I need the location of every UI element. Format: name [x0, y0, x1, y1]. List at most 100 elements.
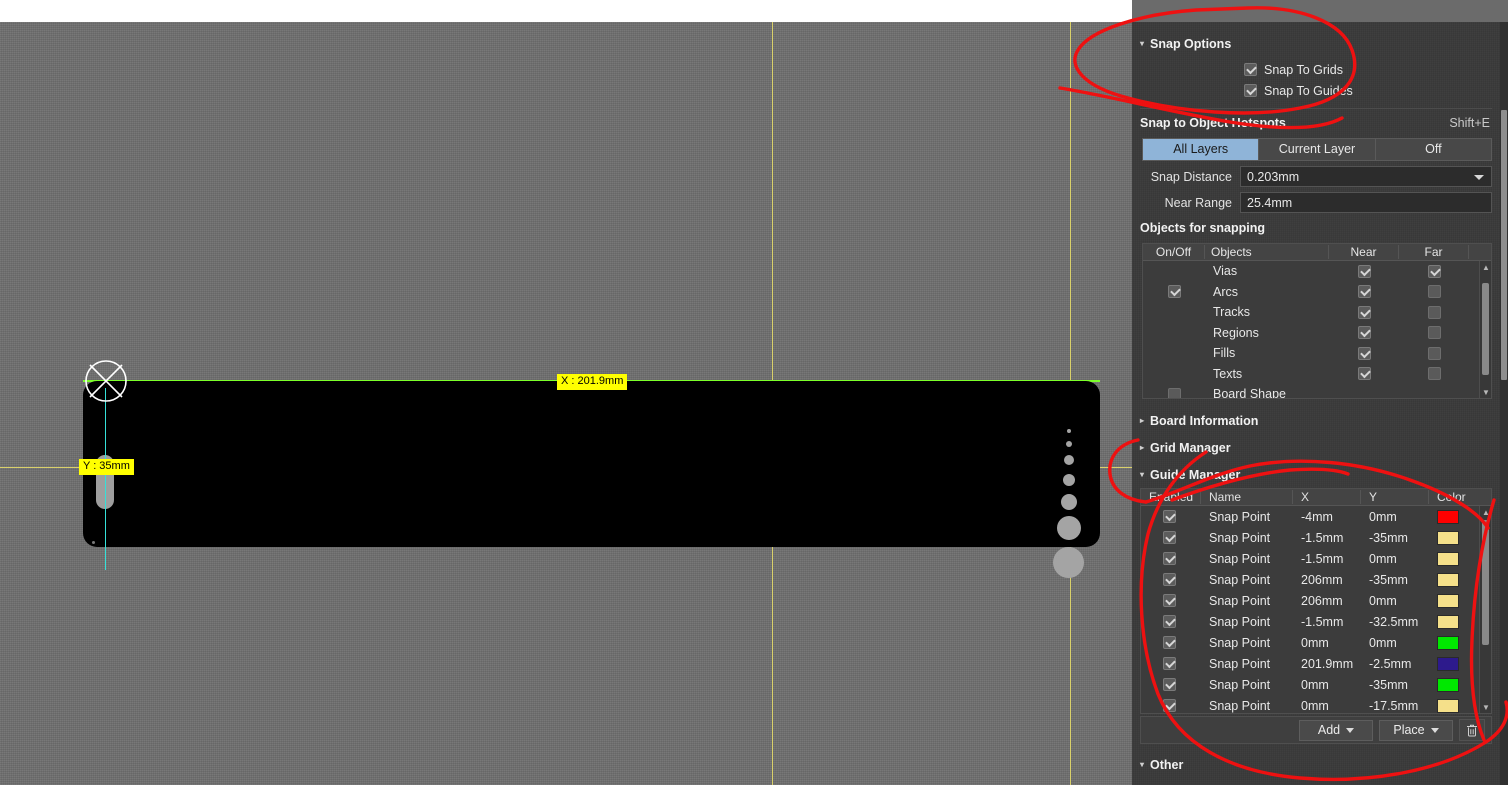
enabled-cell[interactable] — [1141, 510, 1201, 523]
section-header-guide-manager[interactable]: ▾ Guide Manager — [1132, 465, 1500, 485]
panel-scrollbar-thumb[interactable] — [1501, 110, 1507, 380]
color-swatch[interactable] — [1437, 698, 1459, 713]
table-row[interactable]: Tracks — [1143, 302, 1491, 323]
column-header-y[interactable]: Y — [1361, 490, 1429, 504]
section-header-other[interactable]: ▾ Other — [1132, 755, 1500, 775]
onoff-checkbox[interactable] — [1167, 387, 1181, 398]
color-swatch[interactable] — [1437, 635, 1459, 650]
column-header-onoff[interactable]: On/Off — [1143, 245, 1205, 259]
guide-table-body[interactable]: Snap Point -4mm 0mm Snap Point -1.5mm -3… — [1141, 506, 1491, 713]
table-row[interactable]: Snap Point -1.5mm -32.5mm — [1141, 611, 1491, 632]
scroll-down-icon[interactable]: ▼ — [1481, 702, 1491, 712]
table-row[interactable]: Snap Point 201.9mm -2.5mm — [1141, 653, 1491, 674]
table-row[interactable]: Regions — [1143, 323, 1491, 344]
far-cell[interactable] — [1399, 305, 1469, 319]
column-header-enabled[interactable]: Enabled — [1141, 490, 1201, 504]
far-cell[interactable] — [1399, 285, 1469, 299]
near-checkbox[interactable] — [1357, 285, 1371, 299]
pcb-board-shape[interactable] — [83, 381, 1100, 578]
color-swatch[interactable] — [1437, 572, 1459, 587]
column-header-x[interactable]: X — [1293, 490, 1361, 504]
add-button[interactable]: Add — [1299, 719, 1373, 741]
pad-small-1[interactable] — [1067, 429, 1071, 433]
near-cell[interactable] — [1329, 285, 1399, 299]
near-cell[interactable] — [1329, 346, 1399, 360]
near-checkbox[interactable] — [1357, 326, 1371, 340]
enabled-cell[interactable] — [1141, 615, 1201, 628]
segment-all-layers[interactable]: All Layers — [1142, 138, 1260, 161]
enabled-checkbox[interactable] — [1163, 510, 1176, 523]
pad-small-2[interactable] — [1066, 441, 1072, 447]
far-checkbox[interactable] — [1427, 326, 1441, 340]
enabled-cell[interactable] — [1141, 699, 1201, 712]
near-checkbox[interactable] — [1357, 305, 1371, 319]
section-header-grid-manager[interactable]: ▸ Grid Manager — [1132, 438, 1500, 458]
enabled-cell[interactable] — [1141, 594, 1201, 607]
properties-panel[interactable]: ▾ Snap Options Snap To Grids Snap To Gui… — [1132, 22, 1508, 785]
far-cell[interactable] — [1399, 346, 1469, 360]
table-row[interactable]: Snap Point -1.5mm 0mm — [1141, 548, 1491, 569]
color-swatch[interactable] — [1437, 593, 1459, 608]
near-cell[interactable] — [1329, 367, 1399, 381]
panel-scrollbar[interactable] — [1500, 22, 1508, 785]
column-header-name[interactable]: Name — [1201, 490, 1293, 504]
color-swatch[interactable] — [1437, 551, 1459, 566]
onoff-cell[interactable] — [1143, 285, 1205, 299]
far-cell[interactable] — [1399, 264, 1469, 278]
far-checkbox[interactable] — [1427, 367, 1441, 381]
enabled-cell[interactable] — [1141, 531, 1201, 544]
table-row[interactable]: Vias — [1143, 261, 1491, 282]
table-row[interactable]: Texts — [1143, 364, 1491, 385]
far-cell[interactable] — [1399, 326, 1469, 340]
pad-medium-1[interactable] — [1061, 494, 1077, 510]
enabled-checkbox[interactable] — [1163, 615, 1176, 628]
table-row[interactable]: Arcs — [1143, 282, 1491, 303]
color-swatch[interactable] — [1437, 677, 1459, 692]
snap-to-guides-checkbox[interactable] — [1244, 84, 1257, 97]
hotspot-layer-segmented-control[interactable]: All Layers Current Layer Off — [1142, 138, 1492, 161]
snap-to-grids-checkbox[interactable] — [1244, 63, 1257, 76]
delete-guide-button[interactable] — [1459, 719, 1485, 741]
table-row[interactable]: Fills — [1143, 343, 1491, 364]
guide-table-scrollbar[interactable]: ▲ ▼ — [1479, 506, 1491, 713]
color-swatch[interactable] — [1437, 656, 1459, 671]
enabled-checkbox[interactable] — [1163, 636, 1176, 649]
pad-small-3[interactable] — [1064, 455, 1074, 465]
pcb-canvas[interactable]: X : 201.9mm Y : 35mm — [0, 0, 1132, 785]
objects-table-scrollbar[interactable]: ▲ ▼ — [1479, 261, 1491, 398]
far-checkbox[interactable] — [1427, 285, 1441, 299]
enabled-cell[interactable] — [1141, 678, 1201, 691]
enabled-checkbox[interactable] — [1163, 594, 1176, 607]
table-row[interactable]: Snap Point 206mm 0mm — [1141, 590, 1491, 611]
snap-to-guides-row[interactable]: Snap To Guides — [1244, 81, 1500, 100]
enabled-checkbox[interactable] — [1163, 573, 1176, 586]
near-cell[interactable] — [1329, 264, 1399, 278]
segment-current-layer[interactable]: Current Layer — [1259, 138, 1376, 161]
table-row[interactable]: Snap Point 0mm -17.5mm — [1141, 695, 1491, 713]
section-header-board-information[interactable]: ▸ Board Information — [1132, 411, 1500, 431]
color-swatch[interactable] — [1437, 614, 1459, 629]
place-button[interactable]: Place — [1379, 719, 1453, 741]
enabled-checkbox[interactable] — [1163, 552, 1176, 565]
section-header-snap-options[interactable]: ▾ Snap Options — [1132, 34, 1500, 54]
far-checkbox[interactable] — [1427, 264, 1441, 278]
scroll-up-icon[interactable]: ▲ — [1481, 507, 1491, 517]
pad-small-4[interactable] — [1063, 474, 1075, 486]
enabled-checkbox[interactable] — [1163, 678, 1176, 691]
table-row[interactable]: Snap Point 0mm -35mm — [1141, 674, 1491, 695]
enabled-cell[interactable] — [1141, 636, 1201, 649]
enabled-checkbox[interactable] — [1163, 657, 1176, 670]
enabled-cell[interactable] — [1141, 552, 1201, 565]
table-row[interactable]: Board Shape — [1143, 384, 1491, 398]
near-range-input[interactable]: 25.4mm — [1240, 192, 1492, 213]
enabled-cell[interactable] — [1141, 657, 1201, 670]
table-row[interactable]: Snap Point -4mm 0mm — [1141, 506, 1491, 527]
far-checkbox[interactable] — [1427, 346, 1441, 360]
enabled-checkbox[interactable] — [1163, 531, 1176, 544]
column-header-color[interactable]: Color — [1429, 490, 1491, 504]
column-header-far[interactable]: Far — [1399, 245, 1469, 259]
color-swatch[interactable] — [1437, 509, 1459, 524]
onoff-checkbox[interactable] — [1167, 285, 1181, 299]
near-checkbox[interactable] — [1357, 346, 1371, 360]
table-row[interactable]: Snap Point 206mm -35mm — [1141, 569, 1491, 590]
